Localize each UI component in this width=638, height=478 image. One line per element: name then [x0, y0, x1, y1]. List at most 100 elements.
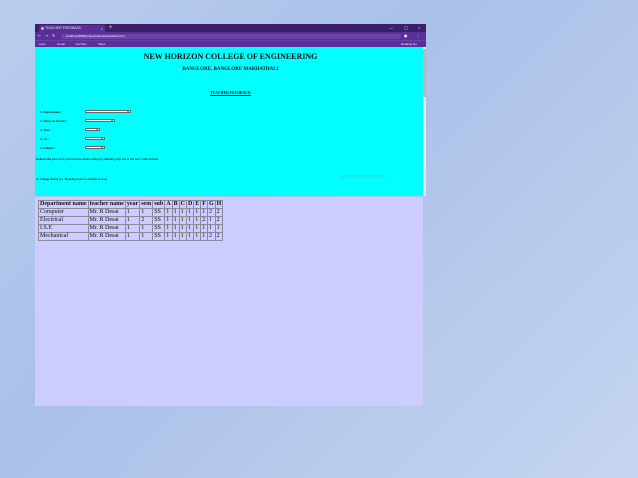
table-cell: 1 — [164, 216, 173, 225]
column-header: H — [214, 200, 224, 209]
table-cell: SS — [152, 232, 166, 241]
table-row: Electrical Mr. R Desai 1 2 SS 1 1 1 1 1 2 1 2 — [38, 216, 224, 225]
column-header: G — [206, 200, 216, 209]
subject-label: 5. Subject : — [40, 146, 56, 150]
table-cell: 1 — [124, 224, 141, 233]
column-header: sem — [139, 200, 154, 209]
table-cell: 1 — [200, 208, 208, 217]
teacher-name-select[interactable] — [85, 118, 115, 122]
vertical-scrollbar[interactable] — [423, 47, 426, 196]
table-cell: 1 — [171, 224, 180, 233]
page-heading: TEACHER FEEDBACK — [210, 91, 251, 95]
table-cell: 1 — [193, 232, 202, 241]
table-cell: 2 — [200, 216, 208, 225]
table-cell: 1 — [139, 232, 154, 241]
new-tab-button[interactable]: + — [109, 24, 113, 32]
tab-teacher-feedback[interactable]: TEACHER FEEDBACK × — [39, 25, 105, 32]
table-cell: 1 — [178, 216, 187, 225]
column-header: B — [171, 200, 180, 209]
results-page: Department name teacher name year sem sub A B C… — [35, 197, 423, 406]
table-cell: 1 — [185, 224, 195, 233]
reload-icon[interactable]: ↻ — [52, 32, 55, 40]
table-cell: 1 — [124, 216, 141, 225]
table-cell: 1 — [178, 224, 187, 233]
column-header: Department name — [38, 200, 89, 209]
department-select[interactable] — [85, 109, 131, 113]
teacher-name-label: 2. Name of teacher : — [40, 119, 69, 123]
table-cell: 1 — [185, 232, 195, 241]
feedback-results-table: Department name teacher name year sem sub A B C… — [38, 200, 224, 241]
bookmarks-bar: Apps Gmail YouTube Maps Reading list — [35, 40, 426, 47]
table-cell: 1 — [193, 224, 202, 233]
section-select[interactable] — [85, 136, 105, 140]
table-cell: 1 — [139, 224, 154, 233]
scrollbar-thumb[interactable] — [423, 49, 426, 97]
table-cell: Mr. R Desai — [87, 232, 126, 241]
column-header: F — [200, 200, 208, 209]
profile-icon[interactable]: ● — [404, 32, 408, 40]
tab-title: TEACHER FEEDBACK — [45, 26, 82, 30]
table-cell: 1 — [124, 208, 141, 217]
table-cell: 1 — [171, 208, 180, 217]
feedback-form-page: NEW HORIZON COLLEGE OF ENGINEERING BANGL… — [35, 47, 426, 196]
table-body: Computer Mr. R Desai 1 1 SS 1 1 1 1 1 1 2 2 Electrica… — [38, 208, 224, 241]
address-bar-row: ← → ↻ localhost:8080/project/teacherfeed… — [35, 32, 426, 40]
table-cell: 1 — [178, 208, 187, 217]
favicon-icon — [41, 27, 44, 30]
url-field[interactable]: localhost:8080/project/teacherfeedback.h… — [61, 33, 401, 39]
table-cell: 2 — [214, 208, 224, 217]
table-header-row: Department name teacher name year sem sub A B C… — [38, 200, 224, 209]
criterion-a-label: A. College timing (i.e. Working hours is… — [36, 177, 107, 181]
table-cell: 1 — [185, 216, 195, 225]
column-header: A — [164, 200, 173, 209]
table-cell: 1 — [193, 216, 202, 225]
column-header: E — [193, 200, 202, 209]
college-address: BANGLORE, BANGLORE MARHATHALI — [182, 67, 279, 72]
table-cell: 1 — [124, 232, 141, 241]
table-cell: Mr. R Desai — [87, 216, 126, 225]
table-row: Computer Mr. R Desai 1 1 SS 1 1 1 1 1 1 2 2 — [38, 208, 224, 217]
section-label: 4. sec : — [40, 137, 50, 141]
table-cell: 1 — [193, 208, 202, 217]
maximize-button[interactable]: ▢ — [404, 24, 408, 32]
table-cell: 1 — [200, 232, 208, 241]
table-row: I.S.E Mr. R Desai 1 1 SS 1 1 1 1 1 1 1 1 — [38, 224, 224, 233]
table-cell: Computer — [38, 208, 89, 217]
table-cell: 1 — [185, 208, 195, 217]
table-cell: 2 — [214, 216, 224, 225]
table-cell: Mr. R Desai — [87, 208, 126, 217]
tab-bar: TEACHER FEEDBACK × + — ▢ × — [35, 24, 426, 32]
table-cell: 1 — [164, 224, 173, 233]
back-arrow-icon[interactable]: ← — [38, 32, 41, 40]
tab-close-icon[interactable]: × — [101, 25, 103, 32]
table-cell: 1 — [200, 224, 208, 233]
table-cell: 1 — [164, 208, 173, 217]
year-label: 3. Year : — [40, 128, 52, 132]
table-cell: Mr. R Desai — [87, 224, 126, 233]
table-cell: 1 — [178, 232, 187, 241]
table-cell: 1 — [206, 216, 216, 225]
table-cell: I.S.E — [38, 224, 89, 233]
table-cell: 2 — [206, 232, 216, 241]
forward-arrow-icon[interactable]: → — [45, 32, 48, 40]
table-row: Mechanical Mr. R Desai 1 1 SS 1 1 1 1 1 1 2 2 — [38, 232, 224, 241]
column-header: teacher name — [87, 200, 126, 209]
browser-window: TEACHER FEEDBACK × + — ▢ × ← → ↻ localho… — [35, 24, 426, 196]
year-select[interactable] — [85, 127, 100, 131]
table-cell: SS — [152, 224, 166, 233]
table-cell: 1 — [206, 224, 216, 233]
table-cell: 2 — [206, 208, 216, 217]
table-cell: 2 — [214, 232, 224, 241]
table-cell: 1 — [171, 216, 180, 225]
instruction-text: Indicate the perceived performance of th… — [36, 157, 159, 161]
table-cell: Mechanical — [38, 232, 89, 241]
column-header: sub — [152, 200, 166, 209]
close-window-button[interactable]: × — [418, 24, 420, 32]
table-cell: Electrical — [38, 216, 89, 225]
subject-select[interactable] — [85, 145, 105, 149]
column-header: D — [185, 200, 195, 209]
department-label: 1. Department : — [40, 110, 63, 114]
table-cell: 1 — [214, 224, 224, 233]
minimize-button[interactable]: — — [389, 24, 393, 32]
menu-icon[interactable]: ⋮ — [416, 32, 420, 40]
